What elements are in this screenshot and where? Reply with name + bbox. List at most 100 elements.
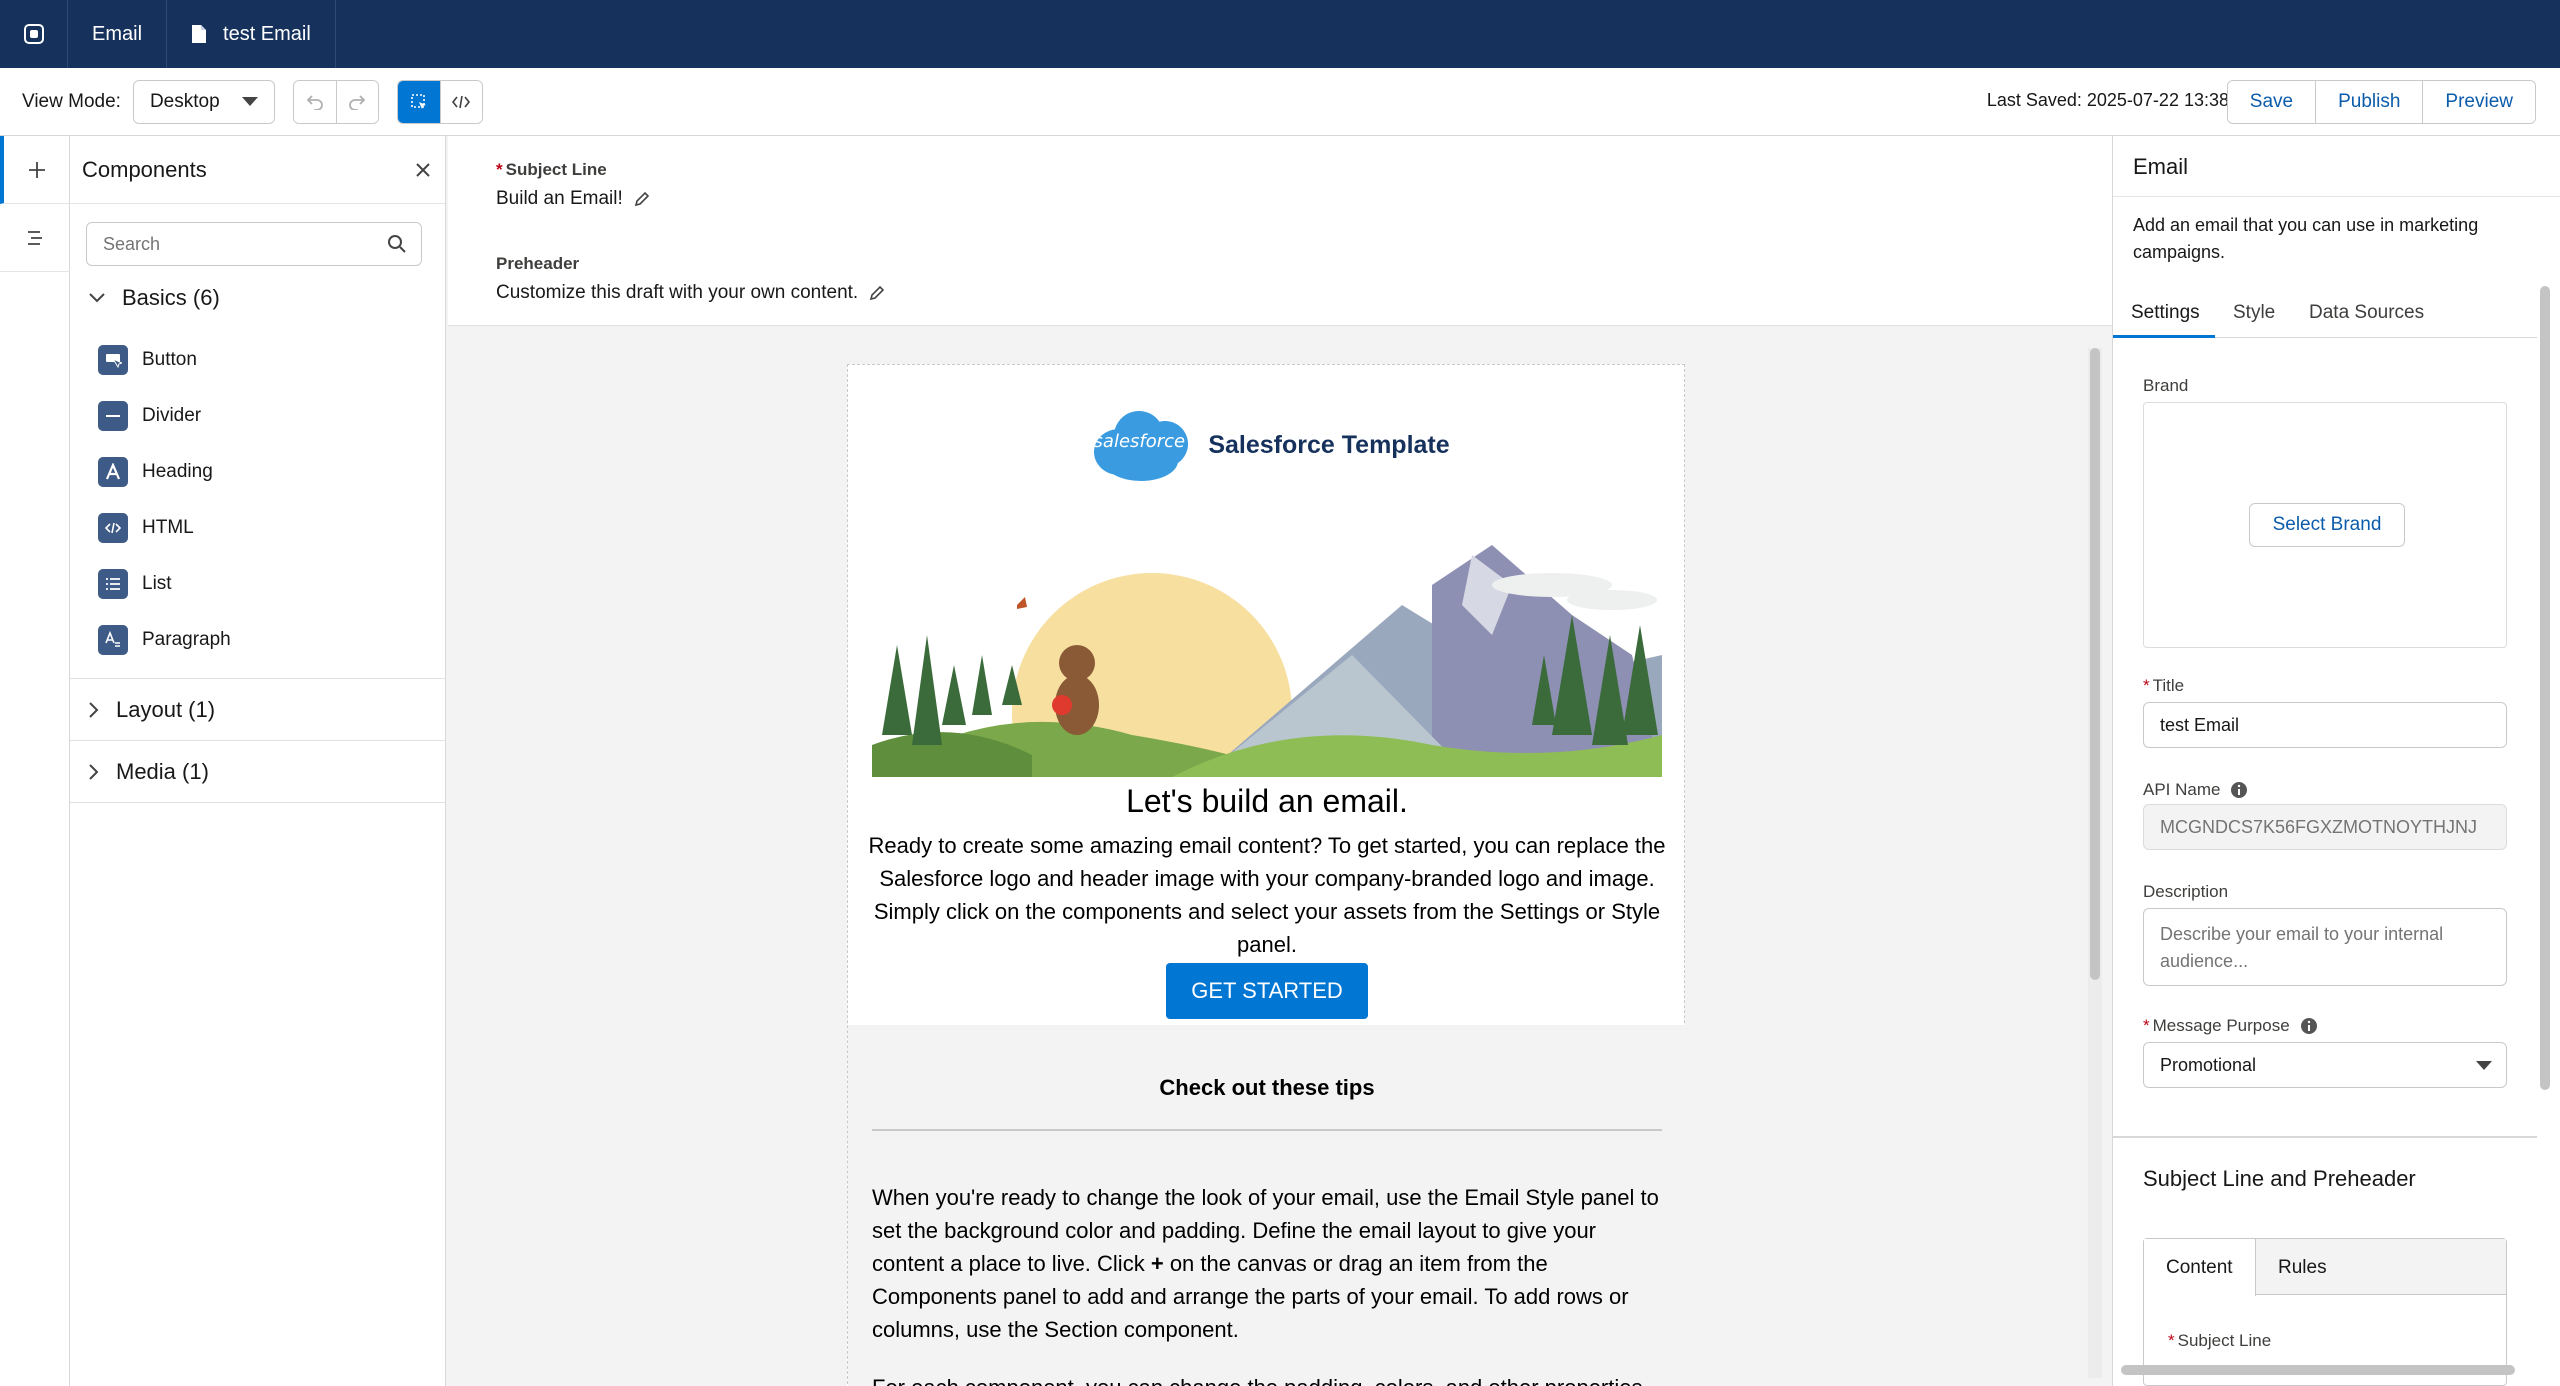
email-header-fields: * Subject Line Build an Email! Preheader … — [448, 136, 2112, 326]
component-list[interactable]: List — [98, 556, 231, 612]
properties-panel: Email Add an email that you can use in m… — [2112, 136, 2560, 1386]
description-textarea[interactable]: Describe your email to your internal aud… — [2143, 908, 2507, 986]
tips-paragraph-2[interactable]: For each component, you can change the p… — [872, 1371, 1662, 1386]
component-paragraph[interactable]: Paragraph — [98, 612, 231, 668]
paragraph-icon — [98, 625, 128, 655]
editor-mode-group — [396, 79, 483, 124]
undo-button[interactable] — [293, 80, 336, 123]
basics-list: Button Divider Heading HTML List Paragra… — [98, 332, 231, 668]
component-label: Button — [142, 349, 197, 370]
preview-button[interactable]: Preview — [2422, 81, 2535, 123]
tab-content[interactable]: Content — [2144, 1239, 2256, 1296]
subject-line-value[interactable]: Build an Email! — [496, 188, 651, 210]
outline-button[interactable] — [0, 204, 70, 272]
search-icon — [388, 235, 406, 253]
last-saved-text: Last Saved: 2025-07-22 13:38 — [1986, 90, 2229, 110]
close-icon[interactable] — [413, 160, 433, 180]
code-editor-button[interactable] — [439, 80, 482, 123]
properties-horizontal-scrollbar[interactable] — [2113, 1362, 2537, 1378]
title-label: * Title — [2143, 676, 2185, 695]
properties-tabs: Settings Style Data Sources — [2113, 296, 2537, 338]
tips-section[interactable]: Check out these tips When you're ready t… — [848, 1025, 1686, 1386]
tab-email-label: Email — [92, 22, 143, 45]
section-layout[interactable]: Layout (1) — [70, 680, 446, 740]
visual-editor-button[interactable] — [397, 80, 440, 123]
visual-editor-icon — [410, 93, 426, 109]
chevron-right-icon — [89, 702, 99, 718]
sub-subject-line-label: * Subject Line — [2168, 1331, 2272, 1350]
search-placeholder: Search — [103, 233, 161, 254]
chevron-down-icon — [2476, 1061, 2492, 1070]
tab-test-email-label: test Email — [223, 22, 311, 45]
hero-image[interactable] — [872, 545, 1662, 777]
tab-data-sources[interactable]: Data Sources — [2309, 296, 2424, 338]
preheader-label: Preheader — [496, 254, 580, 273]
email-builder-icon[interactable] — [0, 0, 68, 68]
tab-style[interactable]: Style — [2233, 296, 2275, 338]
pencil-icon[interactable] — [633, 190, 651, 208]
component-html[interactable]: HTML — [98, 500, 231, 556]
save-button[interactable]: Save — [2227, 81, 2316, 123]
publish-button[interactable]: Publish — [2315, 81, 2423, 123]
components-panel-title: Components — [82, 156, 207, 182]
message-purpose-select[interactable]: Promotional — [2143, 1042, 2507, 1088]
component-label: Paragraph — [142, 629, 231, 650]
divider — [70, 802, 446, 803]
section-basics[interactable]: Basics (6) — [70, 268, 446, 328]
undo-icon — [306, 94, 323, 110]
add-components-button[interactable] — [0, 136, 70, 204]
left-rail — [0, 136, 70, 1386]
message-purpose-label: * Message Purpose — [2143, 1016, 2318, 1036]
component-search-input[interactable]: Search — [86, 222, 422, 266]
divider-icon — [98, 401, 128, 431]
logo-title: Salesforce Template — [1208, 430, 1450, 459]
tips-heading[interactable]: Check out these tips — [848, 1075, 1686, 1101]
button-icon — [98, 345, 128, 375]
list-icon — [98, 569, 128, 599]
description-label: Description — [2143, 882, 2229, 901]
tab-test-email[interactable]: test Email — [167, 0, 336, 68]
canvas-scrollbar[interactable] — [2088, 348, 2102, 1378]
chevron-right-icon — [89, 764, 99, 780]
heading-icon — [98, 457, 128, 487]
get-started-button[interactable]: GET STARTED — [1166, 963, 1368, 1019]
app-header: Email test Email — [0, 0, 2560, 68]
select-brand-button[interactable]: Select Brand — [2249, 503, 2405, 547]
title-input[interactable]: test Email — [2143, 702, 2507, 748]
email-body[interactable]: salesforce Salesforce Template Let's bui… — [847, 364, 1686, 1386]
email-canvas[interactable]: salesforce Salesforce Template Let's bui… — [448, 326, 2112, 1386]
section-media[interactable]: Media (1) — [70, 742, 446, 802]
plus-icon — [29, 161, 45, 178]
section-basics-label: Basics (6) — [122, 285, 220, 310]
component-heading[interactable]: Heading — [98, 444, 231, 500]
salesforce-logo: salesforce — [1084, 407, 1194, 483]
component-label: HTML — [142, 517, 194, 538]
redo-button[interactable] — [335, 80, 378, 123]
properties-description: Add an email that you can use in marketi… — [2133, 215, 2479, 262]
component-divider[interactable]: Divider — [98, 388, 231, 444]
tab-email[interactable]: Email — [68, 0, 168, 68]
info-icon[interactable] — [2230, 781, 2248, 799]
divider — [2113, 1136, 2537, 1138]
tips-paragraph[interactable]: When you're ready to change the look of … — [872, 1181, 1662, 1346]
properties-scrollbar[interactable] — [2537, 286, 2553, 1386]
view-mode-value: Desktop — [149, 90, 220, 112]
pencil-icon[interactable] — [868, 284, 886, 302]
redo-icon — [349, 94, 366, 110]
email-heading[interactable]: Let's build an email. — [848, 783, 1686, 820]
tab-rules[interactable]: Rules — [2256, 1239, 2349, 1296]
code-icon — [452, 95, 471, 108]
preheader-value[interactable]: Customize this draft with your own conte… — [496, 282, 886, 304]
logo-block[interactable]: salesforce Salesforce Template — [848, 405, 1686, 485]
info-icon[interactable] — [2300, 1017, 2318, 1035]
section-layout-label: Layout (1) — [116, 697, 216, 722]
undo-redo-group — [292, 79, 379, 124]
tab-settings[interactable]: Settings — [2113, 296, 2215, 338]
action-button-group: Save Publish Preview — [2226, 80, 2536, 124]
chevron-down-icon — [89, 293, 105, 303]
view-mode-select[interactable]: Desktop — [132, 79, 275, 124]
email-paragraph[interactable]: Ready to create some amazing email conte… — [868, 829, 1666, 961]
brand-picker: Select Brand — [2143, 402, 2507, 648]
component-button[interactable]: Button — [98, 332, 231, 388]
chevron-down-icon — [241, 97, 258, 106]
